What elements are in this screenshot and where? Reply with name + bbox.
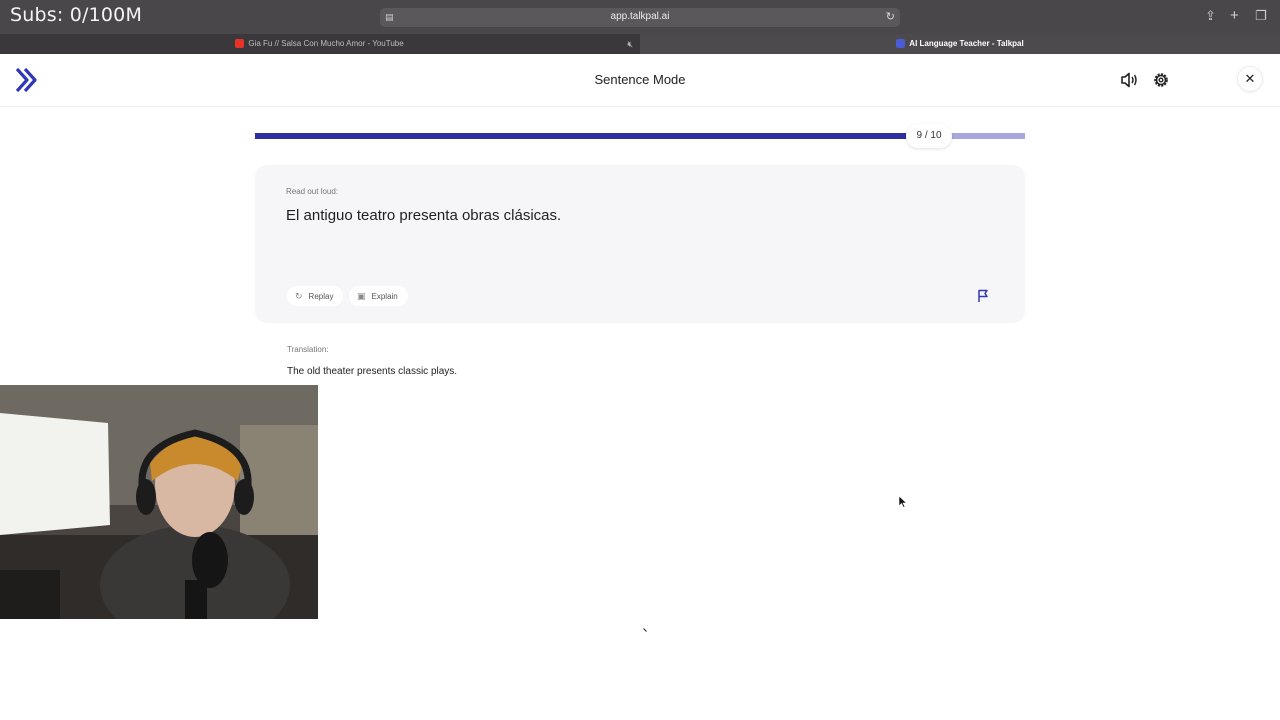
replay-button[interactable]: ↻ Replay: [287, 286, 344, 306]
page-title: Sentence Mode: [594, 72, 686, 87]
translation-label: Translation:: [287, 345, 329, 354]
address-bar[interactable]: ▤ app.talkpal.ai ↻: [380, 8, 900, 27]
explain-button[interactable]: ▣ Explain: [349, 286, 408, 306]
report-flag-icon[interactable]: [977, 289, 989, 303]
progress-counter: 9 / 10: [906, 124, 952, 148]
tab-youtube-label: Gia Fu // Salsa Con Mucho Amor - YouTube: [248, 39, 404, 48]
stream-subs-overlay: Subs: 0/100M: [10, 4, 143, 26]
loading-indicator-icon: [643, 628, 647, 632]
explain-icon: ▣: [357, 291, 366, 301]
explain-label: Explain: [371, 292, 398, 301]
reload-icon[interactable]: ↻: [886, 10, 895, 23]
new-tab-icon[interactable]: +: [1230, 8, 1239, 24]
replay-label: Replay: [308, 292, 334, 301]
tab-youtube[interactable]: Gia Fu // Salsa Con Mucho Amor - YouTube…: [0, 34, 639, 54]
tab-talkpal[interactable]: AI Language Teacher - Talkpal: [640, 34, 1280, 54]
close-icon: ✕: [1244, 71, 1256, 86]
youtube-favicon-icon: [235, 39, 245, 48]
lesson-progress-bar: 9 / 10: [255, 124, 1025, 148]
close-button[interactable]: ✕: [1237, 66, 1263, 92]
app-header: Sentence Mode ✕: [0, 54, 1280, 107]
instruction-label: Read out loud:: [286, 187, 339, 196]
share-icon[interactable]: ⇪: [1205, 8, 1216, 24]
translation-text: The old theater presents classic plays.: [287, 366, 458, 377]
browser-toolbar: Subs: 0/100M ▤ app.talkpal.ai ↻ ⇪ + ❐: [0, 0, 1280, 34]
address-url: app.talkpal.ai: [610, 11, 670, 22]
tab-overview-icon[interactable]: ❐: [1255, 8, 1267, 24]
replay-icon: ↻: [295, 291, 303, 301]
speaker-icon[interactable]: [1118, 69, 1140, 91]
webcam-overlay: [0, 385, 318, 619]
progress-fill: [255, 133, 906, 139]
target-sentence: El antiguo teatro presenta obras clásica…: [286, 207, 562, 224]
sentence-card: Read out loud: El antiguo teatro present…: [255, 165, 1025, 323]
speaker-muted-icon[interactable]: 🔇︎: [627, 34, 633, 54]
mouse-cursor-icon: [899, 496, 907, 508]
gear-icon[interactable]: [1150, 69, 1172, 91]
tab-strip: Gia Fu // Salsa Con Mucho Amor - YouTube…: [0, 34, 1280, 54]
tab-talkpal-label: AI Language Teacher - Talkpal: [909, 39, 1024, 48]
talkpal-favicon-icon: [896, 39, 906, 48]
